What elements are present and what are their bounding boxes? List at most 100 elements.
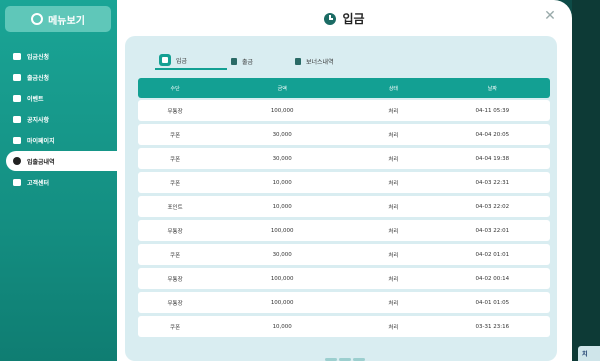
menu-icon [31,13,44,25]
table-row: 무통장 100,000 처리 04-03 22:01 [138,220,550,241]
cell-status: 처리 [388,228,399,235]
cell-date: 04-03 22:01 [475,227,510,234]
floating-tab-label: 치 [582,351,588,358]
table-row: 무통장 100,000 처리 04-02 00:14 [138,268,550,289]
deposit-panel: 입금 ✕ 입금 출금 보너스내역 수단 금액 상태 날짜 무통장 100,000 처… [117,0,572,361]
clock-icon [13,157,21,165]
cell-method: 쿠폰 [170,156,181,163]
sidebar-item-event[interactable]: 이벤트 [0,88,117,108]
sidebar-item-label: 출금신청 [27,74,50,82]
cell-status: 처리 [388,252,399,259]
menu-label: 메뉴보기 [48,15,85,27]
background-strip [572,0,600,361]
col-method: 수단 [170,85,180,92]
table-body: 무통장 100,000 처리 04-11 05:39 쿠폰 30,000 처리 04-04 2… [138,100,550,340]
cell-date: 04-04 19:38 [475,155,510,162]
cell-date: 04-03 22:31 [475,179,510,186]
table-row: 쿠폰 30,000 처리 04-04 20:05 [138,124,550,145]
table-row: 포인트 10,000 처리 04-03 22:02 [138,196,550,217]
sidebar-item-mypage[interactable]: 마이페이지 [0,130,117,150]
sidebar-item-deposit[interactable]: 입금신청 [0,46,117,66]
user-icon [13,136,21,144]
table-row: 쿠폰 10,000 처리 04-03 22:31 [138,172,550,193]
cell-date: 04-02 00:14 [475,275,510,282]
cell-status: 처리 [388,180,399,187]
cell-status: 처리 [388,132,399,139]
table-row: 쿠폰 30,000 처리 04-04 19:38 [138,148,550,169]
gift-icon [13,94,21,102]
cell-status: 처리 [388,108,399,115]
headset-icon [13,178,21,186]
table-row: 무통장 100,000 처리 04-01 01:05 [138,292,550,313]
sidebar-item-label: 입출금내역 [27,158,55,166]
cell-status: 처리 [388,300,399,307]
document-icon [295,57,301,65]
cell-status: 처리 [388,204,399,211]
cell-method: 쿠폰 [170,324,181,331]
cell-date: 03-31 23:16 [475,323,510,330]
cell-method: 무통장 [167,276,183,283]
sidebar: 메뉴보기 입금신청 출금신청 이벤트 공지사항 마이페이지 입출금내역 고객센터 [0,0,117,361]
menu-button[interactable]: 메뉴보기 [5,6,111,32]
document-icon [159,54,171,66]
table-header: 수단 금액 상태 날짜 [138,78,550,98]
cell-amount: 10,000 [272,179,292,186]
sidebar-item-label: 공지사항 [27,116,50,124]
sidebar-item-history[interactable]: 입출금내역 [6,151,117,171]
sidebar-item-support[interactable]: 고객센터 [0,172,117,192]
cell-amount: 100,000 [270,275,294,282]
cell-method: 쿠폰 [170,132,181,139]
withdraw-icon [13,73,21,81]
sidebar-item-notice[interactable]: 공지사항 [0,109,117,129]
sidebar-item-label: 입금신청 [27,53,50,61]
sidebar-item-label: 마이페이지 [27,137,55,145]
tab-deposit[interactable]: 입금 [155,52,227,70]
sidebar-item-label: 고객센터 [27,179,50,187]
cell-date: 04-03 22:02 [475,203,510,210]
cell-amount: 100,000 [270,227,294,234]
col-date: 날짜 [487,85,497,92]
cell-status: 처리 [388,276,399,283]
cell-amount: 30,000 [272,155,292,162]
cell-amount: 10,000 [272,323,292,330]
panel-title-text: 입금 [342,12,365,26]
tab-bar: 입금 출금 보너스내역 [155,52,355,70]
tab-label: 입금 [176,57,188,65]
cell-amount: 100,000 [270,107,294,114]
cell-date: 04-01 01:05 [475,299,510,306]
cell-amount: 30,000 [272,131,292,138]
panel-title: 입금 [117,10,572,27]
sidebar-item-label: 이벤트 [27,95,44,103]
history-card: 입금 출금 보너스내역 수단 금액 상태 날짜 무통장 100,000 처리 04-1… [125,36,557,361]
tab-bonus[interactable]: 보너스내역 [291,52,355,70]
col-amount: 금액 [277,85,287,92]
clock-icon [324,12,337,25]
deposit-icon [13,52,21,60]
cell-status: 처리 [388,324,399,331]
megaphone-icon [13,115,21,123]
col-status: 상태 [388,85,399,92]
tab-label: 출금 [242,58,254,66]
cell-amount: 10,000 [272,203,292,210]
cell-amount: 100,000 [270,299,294,306]
cell-date: 04-11 05:39 [475,107,510,114]
cell-method: 쿠폰 [170,180,181,187]
floating-tab[interactable]: 치 [578,346,600,361]
cell-method: 무통장 [167,300,183,307]
cell-method: 무통장 [167,228,183,235]
close-icon[interactable]: ✕ [544,9,556,23]
cell-method: 쿠폰 [170,252,181,259]
cell-status: 처리 [388,156,399,163]
table-row: 쿠폰 30,000 처리 04-02 01:01 [138,244,550,265]
cell-amount: 30,000 [272,251,292,258]
sidebar-item-withdraw[interactable]: 출금신청 [0,67,117,87]
cell-date: 04-02 01:01 [475,251,510,258]
table-row: 무통장 100,000 처리 04-11 05:39 [138,100,550,121]
cell-date: 04-04 20:05 [475,131,510,138]
cell-method: 무통장 [167,108,183,115]
table-row: 쿠폰 10,000 처리 03-31 23:16 [138,316,550,337]
tab-label: 보너스내역 [306,58,334,66]
cell-method: 포인트 [167,204,183,211]
tab-withdraw[interactable]: 출금 [227,52,291,70]
document-icon [231,57,237,65]
